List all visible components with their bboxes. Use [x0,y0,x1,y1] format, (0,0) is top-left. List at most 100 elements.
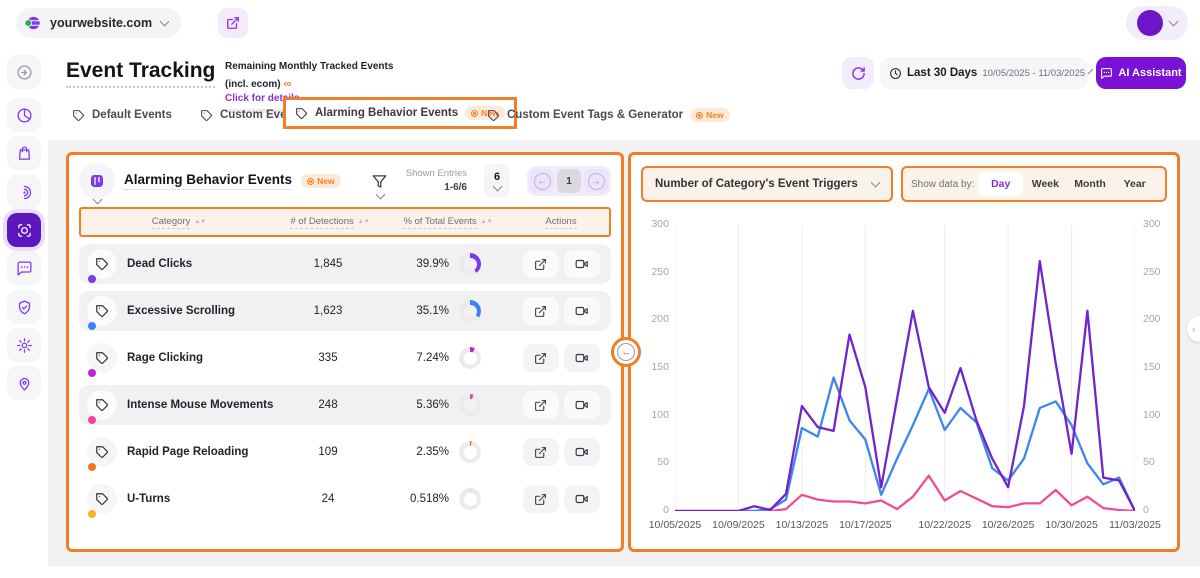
tab-default-events[interactable]: Default Events [72,104,172,126]
category-cell: U-Turns [79,484,275,514]
percent-value: 7.24% [416,352,449,364]
panel-resize-handle[interactable]: ↔ [611,337,641,367]
period-option-day[interactable]: Day [978,172,1023,196]
detections-value: 1,623 [275,305,381,317]
refresh-button[interactable] [842,57,874,89]
show-data-by-label: Show data by: [911,179,974,190]
view-recordings-button[interactable] [564,485,600,513]
sidebar-item-visitor-location[interactable] [7,366,41,400]
percent-donut [459,441,481,463]
view-recordings-button[interactable] [564,391,600,419]
y-tick-label: 50 [635,456,669,468]
table-row: Rapid Page Reloading 109 2.35% [79,432,611,472]
sidebar-item-ecommerce[interactable] [7,136,41,170]
tab-alarming-behavior-events[interactable]: Alarming Behavior Events New [283,97,517,129]
column-header-percent[interactable]: % of Total Events▲▼ [383,216,513,229]
column-header-category[interactable]: Category▲▼ [81,216,277,229]
tab-custom-event-tags-generator[interactable]: Custom Event Tags & Generator New [487,104,730,126]
category-name: Excessive Scrolling [127,305,235,317]
table-row: Intense Mouse Movements 248 5.36% [79,385,611,425]
category-tag-icon [87,343,117,373]
open-events-button[interactable] [523,344,559,372]
category-color-dot [88,510,96,518]
view-recordings-button[interactable] [564,438,600,466]
open-events-button[interactable] [523,485,559,513]
page-title: Event Tracking [66,59,215,88]
open-events-button[interactable] [523,391,559,419]
sidebar-item-privacy[interactable] [7,290,41,324]
open-events-button[interactable] [523,250,559,278]
tag-icon [200,109,213,122]
period-option-week[interactable]: Week [1023,172,1068,196]
main-content: Event Tracking Remaining Monthly Tracked… [48,46,1200,578]
current-page: 1 [557,169,581,193]
sidebar-item-analytics[interactable] [7,98,41,132]
open-events-button[interactable] [523,297,559,325]
metric-dropdown[interactable]: Number of Category's Event Triggers [641,166,893,202]
sidebar-item-panel-toggle[interactable] [7,55,41,89]
y-tick-label: 200 [1143,313,1179,325]
external-link-icon [226,16,240,30]
external-link-icon [534,352,547,365]
new-badge: New [301,174,340,188]
category-cell: Dead Clicks [79,249,275,279]
shield-check-icon [16,299,33,316]
sort-icon: ▲▼ [481,220,493,225]
chevron-down-icon [1088,69,1094,75]
site-logo-icon [23,14,41,32]
y-tick-label: 0 [1143,504,1179,516]
next-page-button[interactable]: → [584,169,608,193]
metric-dropdown-value: Number of Category's Event Triggers [655,178,858,190]
x-tick-label: 11/03/2025 [1109,519,1161,531]
user-menu[interactable] [1126,6,1188,40]
prev-page-button[interactable]: ← [530,169,554,193]
detections-value: 109 [275,446,381,458]
external-link-icon [534,305,547,318]
table-row: Rage Clicking 335 7.24% [79,338,611,378]
view-recordings-button[interactable] [564,344,600,372]
filter-button[interactable] [369,166,391,196]
shopping-bag-icon [16,145,33,162]
open-site-button[interactable] [218,8,248,38]
actions-cell [511,344,611,372]
category-name: Rage Clicking [127,352,203,364]
table-panel-title: Alarming Behavior Events [124,172,292,190]
chart-panel: Number of Category's Event Triggers Show… [628,152,1180,552]
table-header-row: Category▲▼ # of Detections▲▼ % of Total … [79,207,611,237]
actions-cell [511,297,611,325]
resize-arrows-icon: ↔ [617,343,635,361]
chevron-down-icon [871,178,881,188]
open-events-button[interactable] [523,438,559,466]
sidebar-item-heatmaps[interactable] [7,175,41,209]
page-size-selector[interactable]: 6 [484,164,510,198]
view-recordings-button[interactable] [564,297,600,325]
detections-value: 24 [275,493,381,505]
table-row: U-Turns 24 0.518% [79,479,611,519]
sidebar-item-feedback[interactable] [7,251,41,285]
y-tick-label: 150 [635,361,669,373]
sidebar-item-settings[interactable] [7,328,41,362]
panel-view-switcher[interactable] [79,163,115,199]
ai-assistant-button[interactable]: AI Assistant [1096,57,1186,89]
site-selector[interactable]: yourwebsite.com [16,8,181,38]
x-tick-label: 10/22/2025 [918,519,971,531]
actions-cell [511,438,611,466]
chart-line-dead-clicks [675,261,1135,511]
period-option-month[interactable]: Month [1068,172,1113,196]
category-tag-icon [87,296,117,326]
radar-icon [16,184,33,201]
period-option-year[interactable]: Year [1112,172,1157,196]
category-name: Rapid Page Reloading [127,446,248,458]
y-tick-label: 250 [635,266,669,278]
panel-toggle-icon [16,64,33,81]
sidebar-item-event-tracking[interactable] [7,213,41,247]
video-camera-icon [575,398,589,412]
y-tick-label: 100 [635,409,669,421]
column-header-detections[interactable]: # of Detections▲▼ [277,216,383,229]
video-camera-icon [575,304,589,318]
category-tag-icon [87,249,117,279]
date-range-picker[interactable]: Last 30 Days 10/05/2025 - 11/03/2025 [880,57,1088,89]
pagination: ← 1 → [527,166,611,196]
detections-value: 335 [275,352,381,364]
view-recordings-button[interactable] [564,250,600,278]
